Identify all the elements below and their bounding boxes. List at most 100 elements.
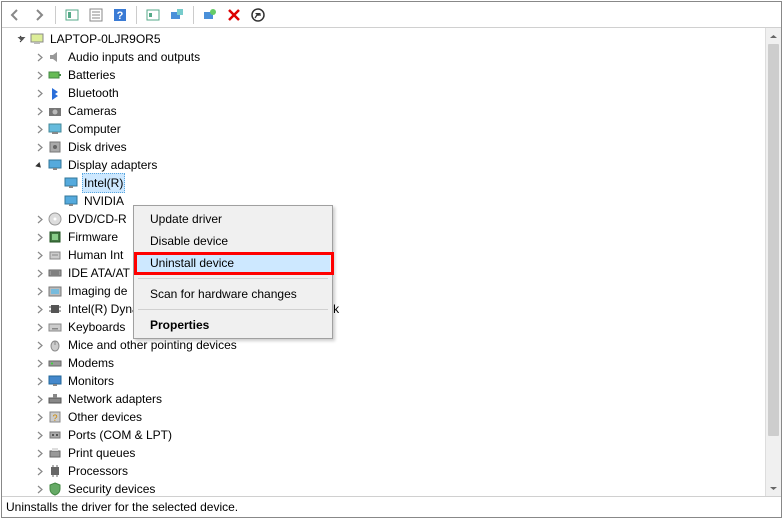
tree-category[interactable]: Security devices [6,480,765,496]
tree-device[interactable]: NVIDIA [6,192,765,210]
tree-category[interactable]: ?Other devices [6,408,765,426]
scroll-thumb[interactable] [768,44,779,436]
expand-icon[interactable] [32,482,46,496]
scan-hardware-button[interactable] [199,4,221,26]
keyboard-icon [47,319,63,335]
category-label: Human Int [66,246,125,264]
category-label: Computer [66,120,123,138]
tree-category[interactable]: Cameras [6,102,765,120]
chip-icon [47,301,63,317]
network-icon [47,391,63,407]
category-label: Disk drives [66,138,129,156]
vertical-scrollbar[interactable] [765,28,781,496]
tree-category[interactable]: Intel(R) Dynamic Platform and Thermal Fr… [6,300,765,318]
category-label: Keyboards [66,318,127,336]
tree-category[interactable]: Ports (COM & LPT) [6,426,765,444]
expand-icon[interactable] [32,320,46,334]
collapse-icon[interactable] [32,158,46,172]
disc-icon [47,211,63,227]
device-tree[interactable]: LAPTOP-0LJR9OR5 Audio inputs and outputs… [2,28,765,496]
bluetooth-icon [47,85,63,101]
tree-category[interactable]: Batteries [6,66,765,84]
device-label: Intel(R) [82,173,125,193]
category-label: Audio inputs and outputs [66,48,202,66]
menu-item[interactable]: Scan for hardware changes [136,283,330,305]
expand-icon[interactable] [32,68,46,82]
tree-device[interactable]: Intel(R) [6,174,765,192]
tree-category[interactable]: Keyboards [6,318,765,336]
expand-icon[interactable] [32,284,46,298]
camera-icon [47,103,63,119]
display-adapter-icon [63,193,79,209]
tree-category[interactable]: Computer [6,120,765,138]
back-button[interactable] [4,4,26,26]
tree-category[interactable]: Audio inputs and outputs [6,48,765,66]
expand-icon[interactable] [32,338,46,352]
firmware-icon [47,229,63,245]
menu-item[interactable]: Properties [136,314,330,336]
scroll-up-button[interactable] [766,28,781,44]
show-hidden-button[interactable] [61,4,83,26]
tree-category[interactable]: Processors [6,462,765,480]
svg-text:?: ? [117,10,124,22]
tree-category[interactable]: Firmware [6,228,765,246]
forward-button[interactable] [28,4,50,26]
tree-category[interactable]: Monitors [6,372,765,390]
uninstall-button[interactable] [166,4,188,26]
expand-icon[interactable] [32,86,46,100]
tree-category[interactable]: DVD/CD-R [6,210,765,228]
category-label: Print queues [66,444,137,462]
expand-icon[interactable] [32,122,46,136]
expand-icon[interactable] [32,212,46,226]
scroll-track[interactable] [766,44,781,480]
category-label: Cameras [66,102,119,120]
tree-category[interactable]: IDE ATA/AT [6,264,765,282]
expand-icon[interactable] [32,446,46,460]
security-icon [47,481,63,496]
properties-button[interactable] [85,4,107,26]
expand-icon[interactable] [32,140,46,154]
tree-category[interactable]: Mice and other pointing devices [6,336,765,354]
menu-separator [138,278,328,279]
tree-category[interactable]: Human Int [6,246,765,264]
expand-icon[interactable] [32,302,46,316]
expand-icon[interactable] [32,392,46,406]
category-label: Monitors [66,372,116,390]
expand-icon[interactable] [32,50,46,64]
remove-button[interactable] [223,4,245,26]
tree-category[interactable]: Modems [6,354,765,372]
menu-item[interactable]: Update driver [136,208,330,230]
update-driver-button[interactable] [142,4,164,26]
menu-separator [138,309,328,310]
tree-category[interactable]: Print queues [6,444,765,462]
tree-category[interactable]: Bluetooth [6,84,765,102]
expand-icon[interactable] [32,428,46,442]
tree-category[interactable]: Display adapters [6,156,765,174]
expand-icon[interactable] [32,248,46,262]
device-label: NVIDIA [82,192,126,210]
expand-icon[interactable] [32,230,46,244]
help-button[interactable]: ? [109,4,131,26]
menu-item[interactable]: Disable device [136,230,330,252]
svg-text:?: ? [52,413,57,423]
scroll-down-button[interactable] [766,480,781,496]
expand-icon[interactable] [14,32,28,46]
category-label: Security devices [66,480,157,496]
status-text: Uninstalls the driver for the selected d… [6,500,238,514]
expand-icon[interactable] [32,464,46,478]
tree-category[interactable]: Disk drives [6,138,765,156]
tree-root[interactable]: LAPTOP-0LJR9OR5 [6,30,765,48]
expand-icon[interactable] [32,410,46,424]
expand-icon[interactable] [32,104,46,118]
expand-icon[interactable] [32,266,46,280]
audio-icon [47,49,63,65]
status-bar: Uninstalls the driver for the selected d… [2,497,781,517]
menu-item[interactable]: Uninstall device [136,252,330,274]
display-icon [47,157,63,173]
tree-category[interactable]: Imaging de [6,282,765,300]
expand-icon[interactable] [32,356,46,370]
computer-icon [29,31,45,47]
tree-category[interactable]: Network adapters [6,390,765,408]
expand-icon[interactable] [32,374,46,388]
more-button[interactable] [247,4,269,26]
